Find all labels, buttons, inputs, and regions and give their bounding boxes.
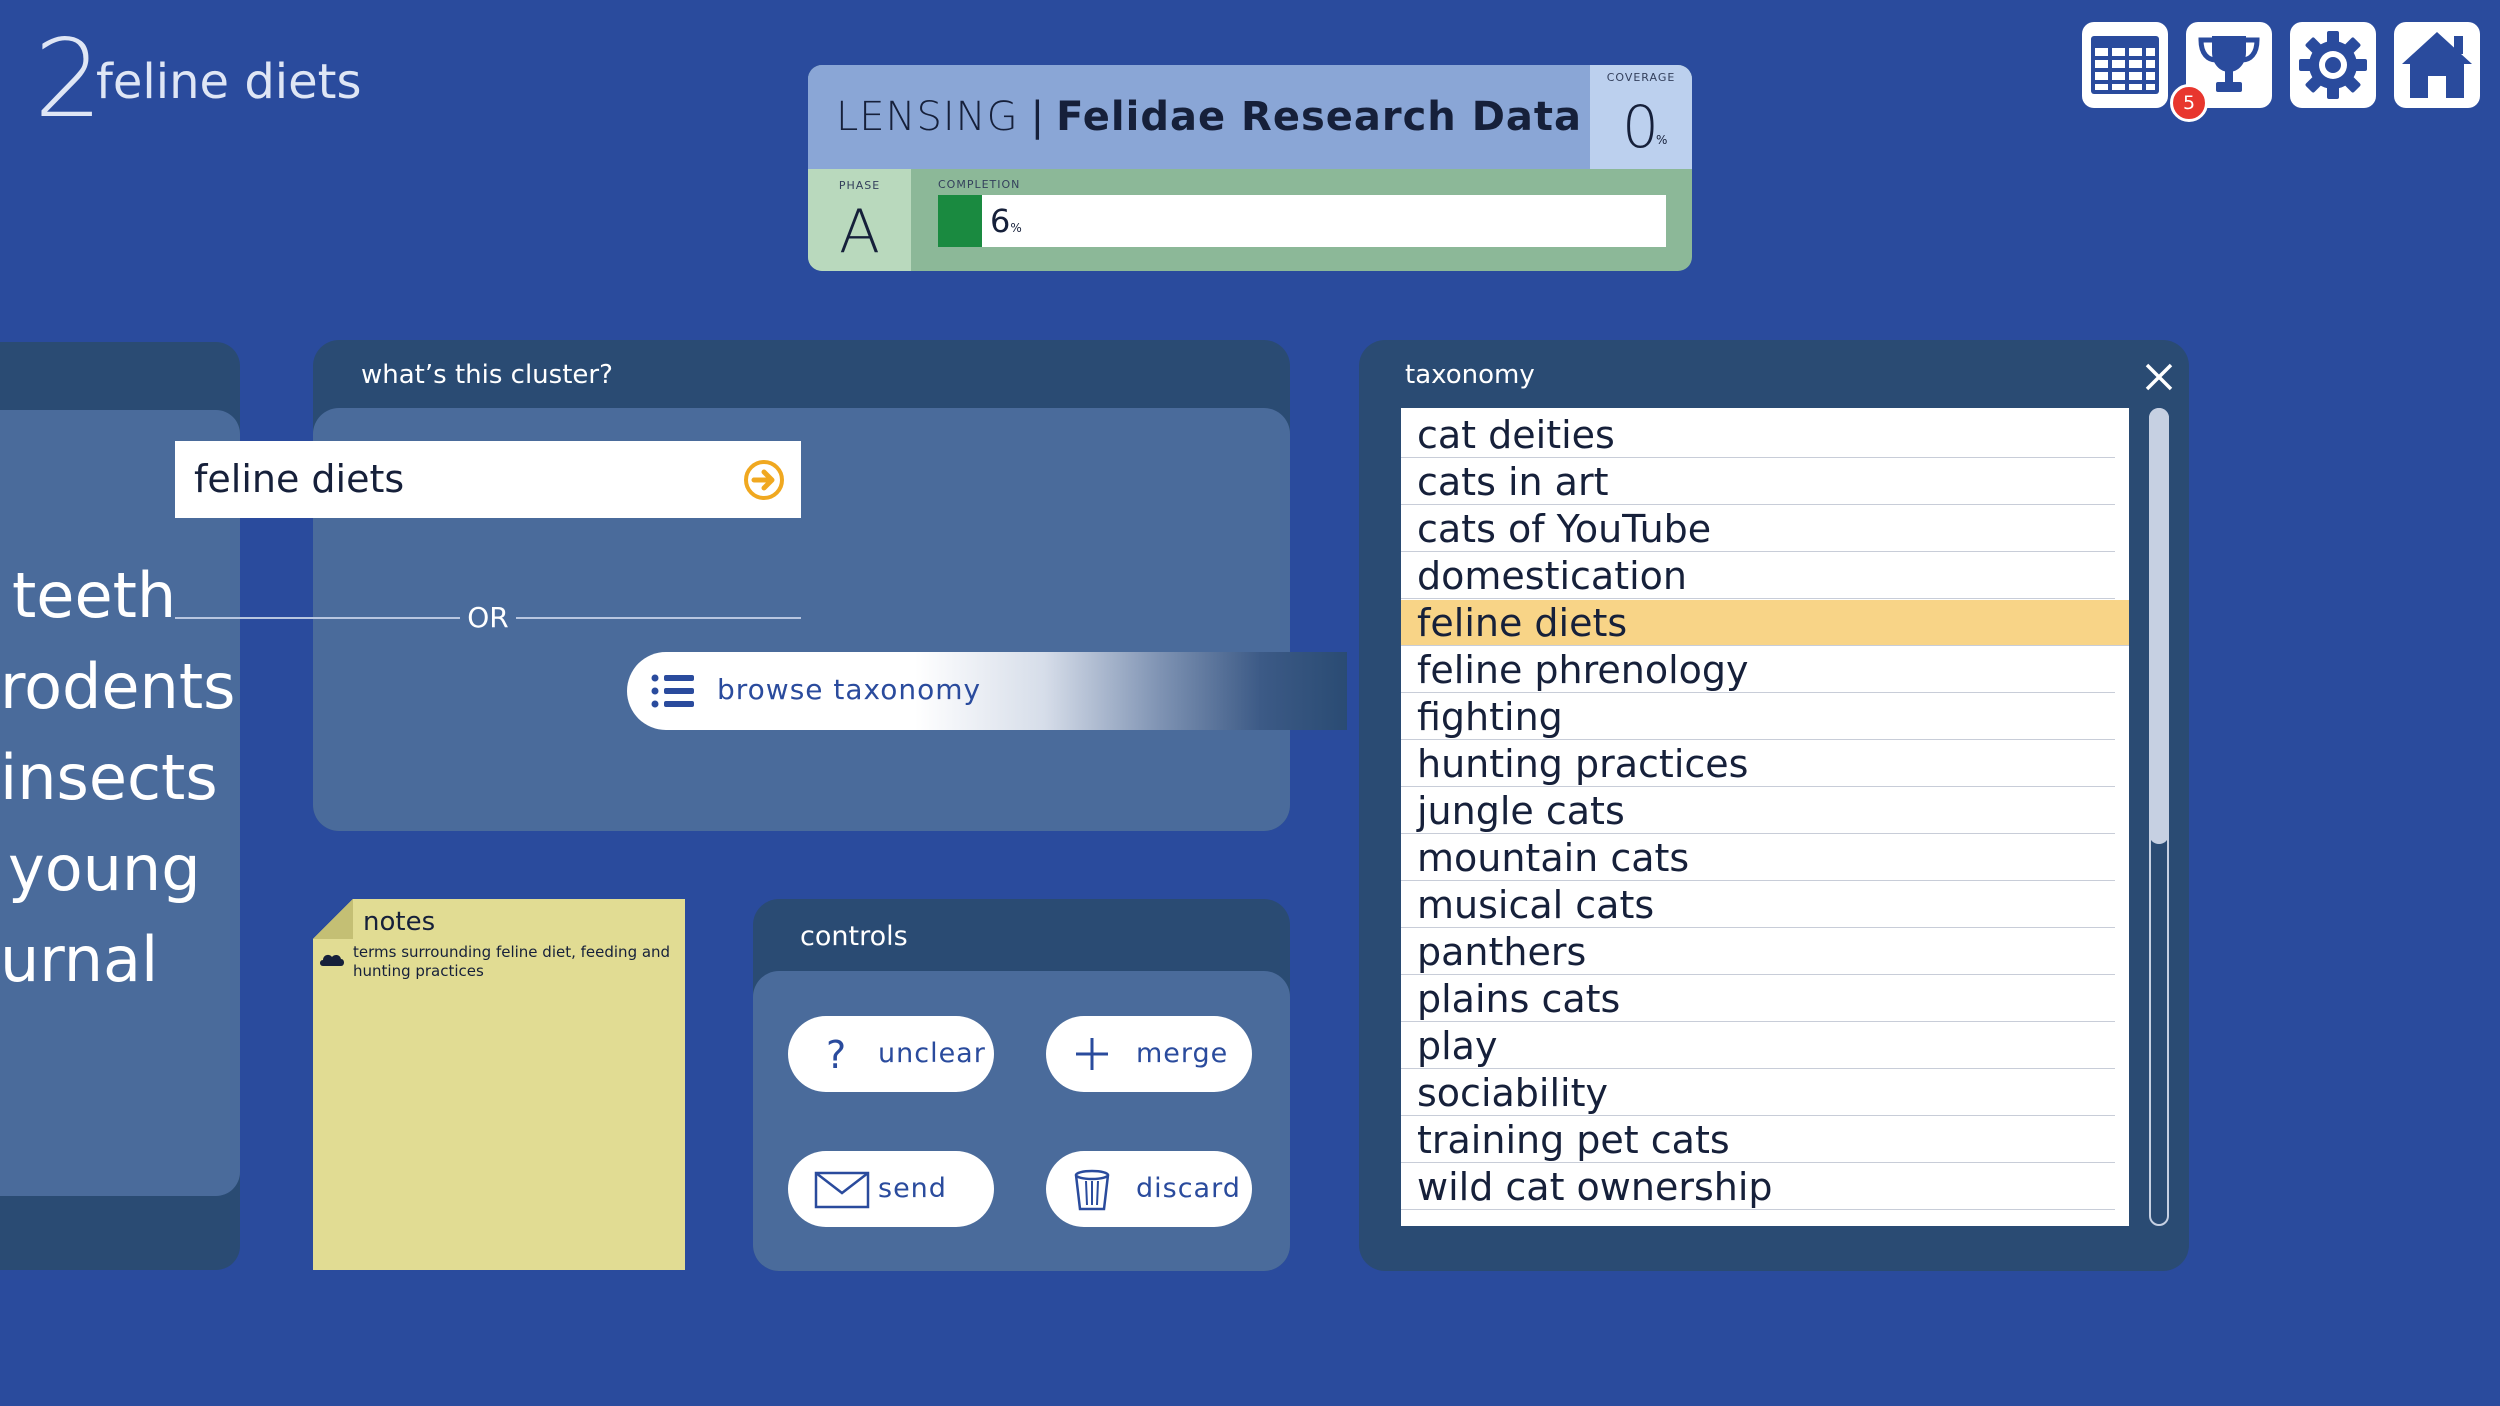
taxonomy-item[interactable]: cat deities bbox=[1401, 412, 2115, 458]
taxonomy-item[interactable]: hunting practices bbox=[1401, 741, 2115, 787]
taxonomy-item[interactable]: musical cats bbox=[1401, 882, 2115, 928]
completion-number: 6 bbox=[990, 202, 1011, 240]
send-button[interactable]: send bbox=[788, 1151, 994, 1227]
discard-label: discard bbox=[1136, 1173, 1241, 1204]
phase-value: A bbox=[838, 197, 881, 267]
taxonomy-item[interactable]: sociability bbox=[1401, 1070, 2115, 1116]
taxonomy-scrollbar-thumb[interactable] bbox=[2149, 408, 2169, 844]
completion-value: 6% bbox=[990, 203, 1022, 246]
cluster-number: 2 bbox=[34, 17, 103, 142]
envelope-icon bbox=[814, 1171, 870, 1209]
browse-taxonomy-label: browse taxonomy bbox=[717, 673, 982, 706]
send-label: send bbox=[878, 1173, 947, 1204]
project-heading: LENSING | Felidae Research Data bbox=[836, 91, 1582, 143]
notification-badge: 5 bbox=[2170, 84, 2208, 122]
notes-corner-fold bbox=[313, 899, 353, 939]
cluster-name-input-value: feline diets bbox=[194, 457, 405, 501]
svg-text:?: ? bbox=[826, 1033, 846, 1076]
cluster-name-panel: what’s this cluster? bbox=[313, 340, 1290, 831]
taxonomy-item[interactable]: cats in art bbox=[1401, 459, 2115, 505]
taxonomy-item[interactable]: panthers bbox=[1401, 929, 2115, 975]
or-label: OR bbox=[467, 601, 509, 634]
taxonomy-item[interactable]: feline phrenology bbox=[1401, 647, 2115, 693]
completion-unit: % bbox=[1010, 221, 1022, 235]
merge-button[interactable]: merge bbox=[1046, 1016, 1252, 1092]
taxonomy-item[interactable]: play bbox=[1401, 1023, 2115, 1069]
notes-title: notes bbox=[363, 907, 436, 937]
cluster-name: feline diets bbox=[96, 54, 362, 110]
table-icon bbox=[2091, 36, 2159, 94]
taxonomy-panel: taxonomy cat deities cats in art cats of Y… bbox=[1359, 340, 2189, 1271]
unclear-button[interactable]: ? unclear bbox=[788, 1016, 994, 1092]
status-header: LENSING | Felidae Research Data bbox=[808, 65, 1590, 169]
submit-arrow-icon[interactable] bbox=[743, 459, 785, 501]
status-card: LENSING | Felidae Research Data COVERAGE 0… bbox=[808, 65, 1692, 271]
list-icon bbox=[651, 674, 694, 708]
taxonomy-item[interactable]: fighting bbox=[1401, 694, 2115, 740]
heading-separator: | bbox=[1030, 94, 1045, 140]
taxonomy-item[interactable]: wild cat ownership bbox=[1401, 1164, 2115, 1210]
completion-progress-bar: 6% bbox=[938, 195, 1666, 247]
merge-label: merge bbox=[1136, 1038, 1229, 1069]
taxonomy-item-selected[interactable]: feline diets bbox=[1401, 600, 2129, 646]
project-name: Felidae Research Data bbox=[1056, 94, 1583, 140]
cluster-word: urnal bbox=[0, 923, 159, 996]
coverage-value: 0 bbox=[1622, 93, 1659, 161]
cluster-name-input[interactable]: feline diets bbox=[175, 441, 801, 518]
cluster-words-list[interactable]: teeth rodents insects young urnal bbox=[0, 410, 240, 1196]
close-icon[interactable] bbox=[2144, 362, 2174, 392]
taxonomy-title: taxonomy bbox=[1405, 360, 1535, 390]
home-button[interactable] bbox=[2394, 22, 2480, 108]
completion-label: COMPLETION bbox=[938, 178, 1021, 191]
trash-icon bbox=[1074, 1169, 1110, 1211]
question-icon: ? bbox=[826, 1033, 846, 1076]
notes-card[interactable]: notes terms surrounding feline diet, fee… bbox=[313, 899, 685, 1270]
coverage-unit: % bbox=[1656, 133, 1668, 147]
table-view-button[interactable] bbox=[2082, 22, 2168, 108]
gear-icon bbox=[2299, 31, 2367, 99]
phase-box: PHASE A bbox=[808, 169, 911, 271]
taxonomy-item[interactable]: training pet cats bbox=[1401, 1117, 2115, 1163]
taxonomy-item[interactable]: cats of YouTube bbox=[1401, 506, 2115, 552]
phase-label: PHASE bbox=[838, 179, 881, 192]
cluster-panel-title: what’s this cluster? bbox=[361, 360, 613, 390]
browse-taxonomy-button[interactable]: browse taxonomy bbox=[627, 652, 1347, 730]
taxonomy-item[interactable]: plains cats bbox=[1401, 976, 2115, 1022]
discard-button[interactable]: discard bbox=[1046, 1151, 1252, 1227]
taxonomy-item[interactable]: mountain cats bbox=[1401, 835, 2115, 881]
cluster-word: rodents bbox=[0, 650, 236, 723]
taxonomy-item[interactable]: domestication bbox=[1401, 553, 2115, 599]
cluster-word: insects bbox=[0, 741, 218, 814]
coverage-box: COVERAGE 0 % bbox=[1590, 65, 1692, 169]
settings-button[interactable] bbox=[2290, 22, 2376, 108]
or-divider: OR bbox=[175, 598, 801, 638]
completion-progress-fill bbox=[938, 195, 982, 247]
plus-icon bbox=[1076, 1038, 1108, 1070]
unclear-label: unclear bbox=[878, 1038, 986, 1069]
stage-label: LENSING bbox=[836, 94, 1019, 140]
taxonomy-list[interactable]: cat deities cats in art cats of YouTube dom… bbox=[1401, 408, 2129, 1226]
taxonomy-item[interactable]: jungle cats bbox=[1401, 788, 2115, 834]
controls-title: controls bbox=[800, 921, 908, 952]
cluster-word: teeth bbox=[12, 559, 177, 632]
notes-text: terms surrounding feline diet, feeding a… bbox=[353, 943, 671, 980]
home-icon bbox=[2402, 32, 2472, 98]
cluster-word: young bbox=[8, 832, 201, 905]
coverage-label: COVERAGE bbox=[1606, 71, 1676, 84]
cloud-icon bbox=[320, 954, 344, 966]
